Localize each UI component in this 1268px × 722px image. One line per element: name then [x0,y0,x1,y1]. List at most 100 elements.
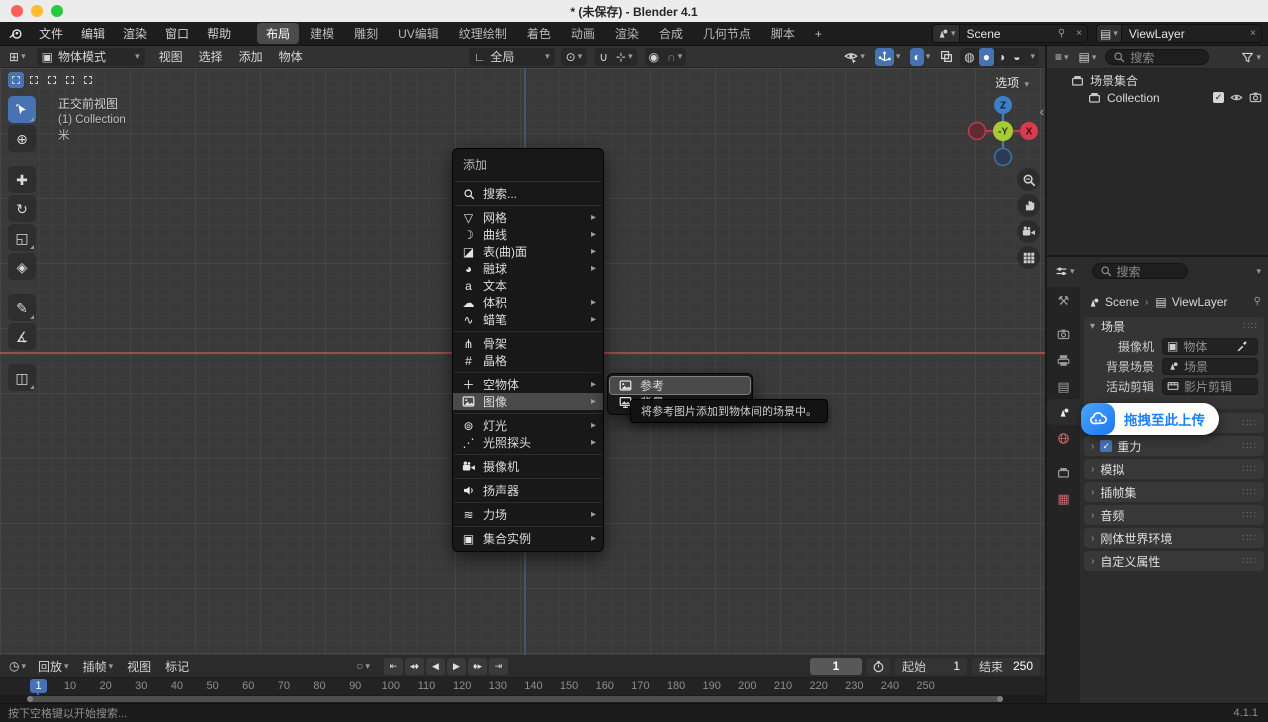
panel-header-模拟[interactable]: ›模拟∷∷ [1084,459,1264,479]
xray-toggle[interactable] [935,48,958,66]
move-tool[interactable]: ✚ [8,166,36,193]
workspace-tab[interactable]: 建模 [301,23,343,44]
add-cube-tool[interactable]: ◫ [8,364,36,391]
add-menu-item[interactable]: a文本 [453,277,603,294]
3d-viewport[interactable]: ⊕✚↻◱◈✎∡◫ 正交前视图 (1) Collection 米 选项 ▾ ‹ Z… [0,68,1045,655]
upload-drop-overlay[interactable]: 拖拽至此上传 [1081,403,1219,435]
workspace-tab[interactable]: 几何节点 [694,23,760,44]
play-reverse-button[interactable]: ◀ [426,658,445,675]
proportional-editing-toggle[interactable]: ◉ [645,48,663,66]
add-menu-item[interactable]: ⋔骨架 [453,335,603,352]
viewport-menu-item[interactable]: 视图 [151,48,191,65]
falloff-button[interactable]: ∩▾ [663,48,686,66]
add-menu-item[interactable]: 扬声器 [453,482,603,499]
current-frame-field[interactable]: 1 [810,658,862,675]
current-frame-badge[interactable]: 1 [30,679,47,693]
menubar-item[interactable]: 窗口 [156,22,198,46]
workspace-tab[interactable]: 动画 [562,23,604,44]
pin-icon[interactable]: ⚲ [1254,297,1261,307]
unlink-scene-icon[interactable]: × [1071,28,1087,39]
browse-scene-button[interactable]: ▾ [933,25,960,42]
world-tab[interactable] [1047,425,1080,451]
shading-options-button[interactable]: ▾ [1024,48,1039,66]
blender-logo-icon[interactable] [9,27,23,41]
scene-name[interactable]: Scene [960,27,1056,41]
jump-to-start-button[interactable]: ⇤ [384,658,403,675]
panel-header-重力[interactable]: ›✓重力∷∷ [1084,436,1264,456]
eyedropper-icon[interactable] [1236,340,1248,352]
scale-tool[interactable]: ◱ [8,224,36,251]
workspace-tab[interactable]: 着色 [518,23,560,44]
select-box-tool[interactable] [8,96,36,123]
add-menu-item[interactable]: ☽曲线▸ [453,226,603,243]
select-intersect-button[interactable] [80,72,96,88]
gravity-checkbox[interactable]: ✓ [1100,440,1112,452]
options-dropdown[interactable]: 选项 ▾ [989,72,1035,93]
pan-view-button[interactable] [1017,194,1040,217]
panel-header-自定义属性[interactable]: ›自定义属性∷∷ [1084,551,1264,571]
timeline-menu-item[interactable]: 视图 [120,658,158,675]
shading-rendered-button[interactable]: ◒ [1009,48,1024,66]
viewlayer-name[interactable]: ViewLayer [1122,27,1241,41]
timeline-menu-item[interactable]: 回放 ▾ [31,658,76,675]
annotate-tool[interactable]: ✎ [8,294,36,321]
shading-solid-button[interactable]: ● [979,48,994,66]
add-menu-item[interactable]: ▽网格▸ [453,209,603,226]
prev-keyframe-button[interactable]: ◂♦ [405,658,424,675]
timeline-editor-type-button[interactable]: ◷▾ [4,657,31,675]
add-menu-item[interactable]: 图像▸ [453,393,603,410]
collection-checkbox[interactable]: ✓ [1213,92,1224,103]
play-button[interactable]: ▶ [447,658,466,675]
workspace-tab[interactable]: 布局 [257,23,299,44]
workspace-tab[interactable]: 渲染 [606,23,648,44]
select-extend-button[interactable] [26,72,42,88]
keying-record-icon[interactable]: ○ [356,660,363,672]
properties-editor-type-button[interactable]: ▾ [1050,262,1080,280]
frame-end-field[interactable]: 结束250 [972,658,1040,675]
properties-options-button[interactable]: ▾ [1249,262,1266,280]
breadcrumb-viewlayer[interactable]: ViewLayer [1172,295,1228,309]
add-menu-item[interactable]: ☁体积▸ [453,294,603,311]
add-menu-item[interactable]: ≋力场▸ [453,506,603,523]
snap-target-button[interactable]: ⊹▾ [612,48,637,66]
workspace-tab[interactable]: + [806,25,831,43]
scene-tab[interactable] [1047,399,1080,425]
outliner-filter-button[interactable]: ▾ [1236,48,1266,66]
zoom-view-button[interactable] [1017,168,1040,191]
camera-view-button[interactable] [1017,220,1040,243]
scene-panel-header[interactable]: ▾场景∷∷ [1084,317,1264,336]
frame-start-field[interactable]: 起始1 [895,658,967,675]
select-subtract-button[interactable] [44,72,60,88]
viewport-menu-item[interactable]: 选择 [191,48,231,65]
output-tab[interactable] [1047,347,1080,373]
keying-set-dropdown[interactable]: ▾ [365,661,370,672]
add-menu-item[interactable]: ⋰光照探头▸ [453,434,603,451]
panel-header-音频[interactable]: ›音频∷∷ [1084,505,1264,525]
workspace-tab[interactable]: 纹理绘制 [450,23,516,44]
breadcrumb-scene[interactable]: Scene [1105,295,1139,309]
snap-toggle[interactable]: ∪ [595,48,612,66]
outliner-display-mode-button[interactable]: ≡▾ [1050,48,1074,66]
properties-search-input[interactable]: 搜索 [1092,263,1188,279]
mode-selector[interactable]: ▣物体模式▾ [37,48,145,66]
viewport-menu-item[interactable]: 物体 [271,48,311,65]
tool-tab[interactable]: ⚒ [1047,287,1080,313]
navigation-gizmo[interactable]: Z X -Y [966,94,1040,168]
timeline-ruler[interactable]: 1 10203040506070809010011012013014015016… [0,678,1045,695]
jump-to-end-button[interactable]: ⇥ [489,658,508,675]
browse-viewlayer-button[interactable]: ▤▾ [1097,25,1122,42]
outliner-row[interactable]: Collection✓ [1047,89,1268,106]
menubar-item[interactable]: 编辑 [72,22,114,46]
add-menu-item[interactable]: ◪表(曲)面▸ [453,243,603,260]
add-menu-item[interactable]: 搜索... [453,185,603,202]
submenu-item[interactable]: 参考 [610,377,750,394]
add-menu-item[interactable]: ＋空物体▸ [453,376,603,393]
editor-type-button[interactable]: ⊞▾ [4,48,31,66]
workspace-tab[interactable]: UV编辑 [389,23,448,44]
outliner-search-input[interactable]: 搜索 [1105,49,1209,65]
timeline-menu-item[interactable]: 插帧 ▾ [76,658,121,675]
add-menu-item[interactable]: #晶格 [453,352,603,369]
timeline-menu-item[interactable]: 标记 [158,658,196,675]
timeline-scrollbar[interactable] [27,696,1003,702]
gizmos-dropdown[interactable]: ▾ [870,48,906,66]
